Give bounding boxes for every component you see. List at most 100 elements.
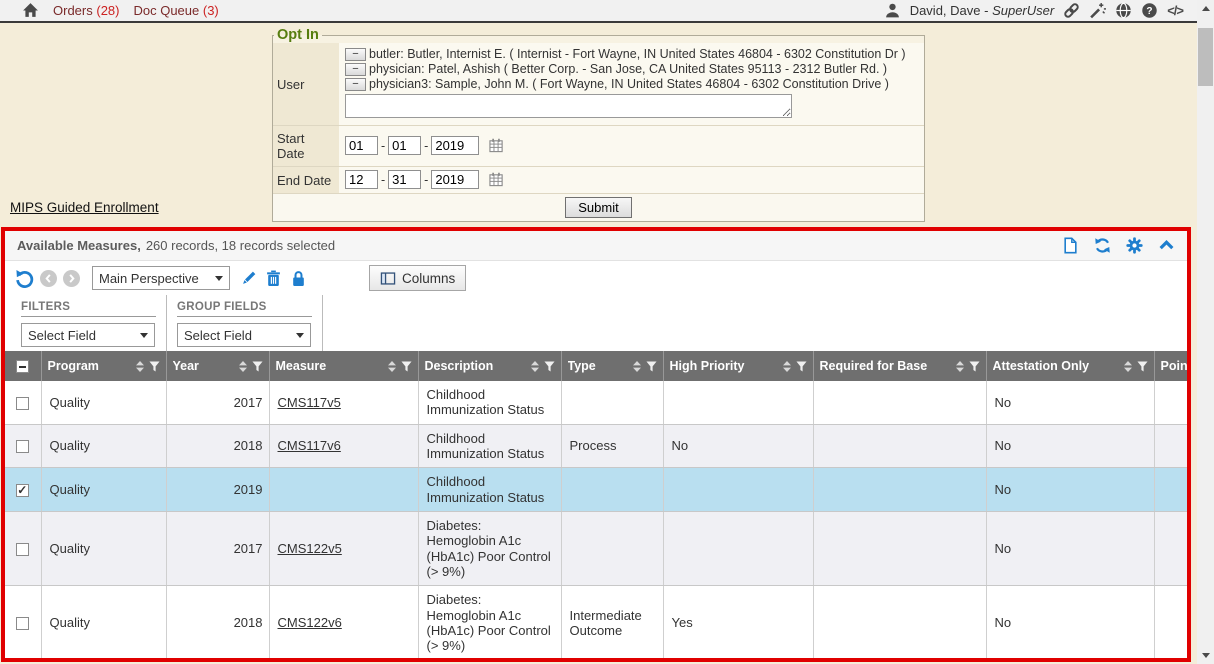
sort-icon[interactable] [136,361,144,372]
measure-cell [269,660,418,662]
start-day-input[interactable] [388,136,421,155]
collapse-icon[interactable] [1158,237,1175,254]
link-icon[interactable] [1063,2,1080,19]
user-value-cell: butler: Butler, Internist E. ( Internist… [339,43,924,125]
sort-icon[interactable] [531,361,539,372]
mips-guided-enrollment-link[interactable]: MIPS Guided Enrollment [10,200,159,215]
end-month-input[interactable] [345,170,378,189]
perspective-select[interactable]: Main Perspective [92,266,230,290]
panel-record-count: 260 records, 18 records selected [146,238,335,253]
table-row[interactable]: Quality 2017 CMS117v5 Childhood Immuniza… [5,381,1191,424]
undo-icon[interactable] [15,269,34,288]
table-row[interactable]: Quality 2019 Diabetes: Hemoglobin A1c (H… [5,660,1191,662]
start-year-input[interactable] [431,136,479,155]
page-scrollbar [1197,0,1214,664]
filter-funnel-icon[interactable] [796,361,807,372]
group-fields-label: GROUP FIELDS [177,301,312,317]
help-icon[interactable]: ? [1141,2,1158,19]
filter-funnel-icon[interactable] [252,361,263,372]
wand-icon[interactable] [1089,2,1106,19]
description-cell: Childhood Immunization Status [418,424,561,468]
column-header: Description [418,351,561,381]
home-icon[interactable] [22,2,39,19]
measure-link[interactable]: CMS122v6 [278,615,342,630]
sort-icon[interactable] [633,361,641,372]
scrollbar-thumb[interactable] [1198,28,1213,86]
group-fields-section: GROUP FIELDS Select Field [167,295,323,351]
column-header: Year [166,351,269,381]
user-entry-text: physician: Patel, Ashish ( Better Corp. … [369,62,887,76]
program-cell: Quality [41,468,166,512]
user-search-input[interactable] [345,94,792,118]
edit-icon[interactable] [240,270,257,287]
filter-funnel-icon[interactable] [969,361,980,372]
remove-user-button[interactable] [345,48,366,61]
table-row[interactable]: Quality 2017 CMS122v5 Diabetes: Hemoglob… [5,511,1191,585]
row-checkbox[interactable] [16,397,29,410]
top-nav-item[interactable]: Doc Queue (3) [133,3,218,18]
column-header: Points [1154,351,1191,381]
group-fields-select[interactable]: Select Field [177,323,311,347]
program-cell: Quality [41,660,166,662]
row-checkbox[interactable] [16,440,29,453]
table-row[interactable]: Quality 2018 CMS117v6 Childhood Immuniza… [5,424,1191,468]
filter-funnel-icon[interactable] [1137,361,1148,372]
end-year-input[interactable] [431,170,479,189]
end-day-input[interactable] [388,170,421,189]
points-cell [1154,468,1191,512]
filters-field-select[interactable]: Select Field [21,323,155,347]
top-nav-item[interactable]: Orders (28) [53,3,119,18]
remove-user-button[interactable] [345,63,366,76]
required-for-base-cell [813,424,986,468]
row-checkbox[interactable] [16,617,29,630]
submit-button[interactable]: Submit [565,197,631,218]
description-cell: Diabetes: Hemoglobin A1c (HbA1c) Poor Co… [418,586,561,660]
description-cell: Diabetes: Hemoglobin A1c (HbA1c) Poor Co… [418,660,561,662]
column-header-label: Measure [276,359,383,373]
high-priority-cell [663,511,813,585]
row-checkbox[interactable] [16,543,29,556]
forward-icon[interactable] [63,270,80,287]
table-row[interactable]: Quality 2018 CMS122v6 Diabetes: Hemoglob… [5,586,1191,660]
user-entry: butler: Butler, Internist E. ( Internist… [345,47,918,61]
scroll-up-button[interactable] [1197,0,1214,17]
refresh-icon[interactable] [1094,237,1111,254]
filter-funnel-icon[interactable] [149,361,160,372]
filter-funnel-icon[interactable] [544,361,555,372]
new-document-icon[interactable] [1062,237,1079,254]
globe-icon[interactable] [1115,2,1132,19]
back-icon[interactable] [40,270,57,287]
code-icon[interactable]: </> [1167,3,1183,18]
high-priority-cell [663,660,813,662]
row-checkbox[interactable] [16,484,29,497]
calendar-icon[interactable] [489,172,504,187]
sort-icon[interactable] [239,361,247,372]
delete-icon[interactable] [265,270,282,287]
columns-button[interactable]: Columns [369,265,466,291]
calendar-icon[interactable] [489,138,504,153]
measure-link[interactable]: CMS122v5 [278,541,342,556]
select-all-checkbox[interactable] [16,360,29,373]
lock-icon[interactable] [290,270,307,287]
remove-user-button[interactable] [345,78,366,91]
required-for-base-cell [813,468,986,512]
available-measures-panel: Available Measures, 260 records, 18 reco… [1,227,1191,662]
filter-funnel-icon[interactable] [401,361,412,372]
measure-link[interactable]: CMS117v6 [278,438,341,453]
description-cell: Diabetes: Hemoglobin A1c (HbA1c) Poor Co… [418,511,561,585]
start-month-input[interactable] [345,136,378,155]
gear-icon[interactable] [1126,237,1143,254]
sort-icon[interactable] [388,361,396,372]
year-cell: 2017 [166,381,269,424]
sort-icon[interactable] [783,361,791,372]
measure-link[interactable]: CMS117v5 [278,395,341,410]
panel-toolbar: Main Perspective Columns [5,261,1187,295]
table-row[interactable]: Quality 2019 Childhood Immunization Stat… [5,468,1191,512]
logged-in-user[interactable]: David, Dave - SuperUser [910,3,1055,18]
user-label: User [273,43,339,125]
filter-funnel-icon[interactable] [646,361,657,372]
sort-icon[interactable] [956,361,964,372]
scroll-down-button[interactable] [1197,647,1214,664]
sort-icon[interactable] [1124,361,1132,372]
year-cell: 2017 [166,511,269,585]
